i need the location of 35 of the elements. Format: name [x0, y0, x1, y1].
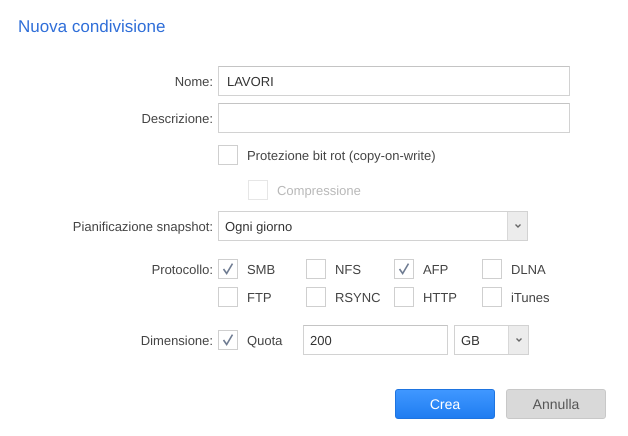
chevron-down-icon[interactable]	[508, 326, 528, 354]
checkbox[interactable]	[218, 287, 238, 307]
checkbox[interactable]	[218, 330, 238, 350]
field-label: Descrizione:	[141, 110, 213, 126]
checkbox[interactable]	[394, 259, 414, 279]
checkbox[interactable]	[218, 259, 238, 279]
field-label: Protocollo:	[152, 262, 213, 276]
quota-field[interactable]: 200	[303, 325, 448, 355]
text-field[interactable]: LAVORI	[218, 66, 570, 96]
checkbox-label: NFS	[335, 262, 361, 276]
dialog-title: Nuova condivisione	[18, 17, 166, 38]
checkbox-label: Compressione	[277, 182, 361, 198]
dropdown[interactable]: GB	[454, 325, 529, 355]
checkbox-label: Quota	[247, 332, 282, 348]
checkbox-label: SMB	[247, 262, 276, 276]
checkbox-label: iTunes	[511, 290, 550, 304]
checkbox-label: HTTP	[423, 290, 457, 304]
checkbox-label: FTP	[247, 290, 272, 304]
checkbox[interactable]	[482, 259, 502, 279]
checkbox[interactable]	[482, 287, 502, 307]
text-field[interactable]	[218, 103, 570, 133]
checkbox-label: AFP	[423, 262, 448, 276]
checkbox[interactable]	[306, 259, 326, 279]
chevron-down-icon[interactable]	[507, 212, 527, 240]
checkbox-label: DLNA	[511, 262, 546, 276]
dropdown[interactable]: Ogni giorno	[218, 211, 528, 241]
checkbox[interactable]	[394, 287, 414, 307]
cancel-button[interactable]: Annulla	[506, 389, 606, 419]
checkbox[interactable]	[218, 145, 238, 165]
field-label: Pianificazione snapshot:	[72, 218, 213, 234]
field-label: Dimensione:	[140, 332, 213, 348]
checkbox-label: RSYNC	[335, 290, 381, 304]
checkbox-label: Protezione bit rot (copy-on-write)	[247, 148, 436, 162]
checkbox[interactable]	[306, 287, 326, 307]
field-label: Nome:	[174, 74, 213, 88]
